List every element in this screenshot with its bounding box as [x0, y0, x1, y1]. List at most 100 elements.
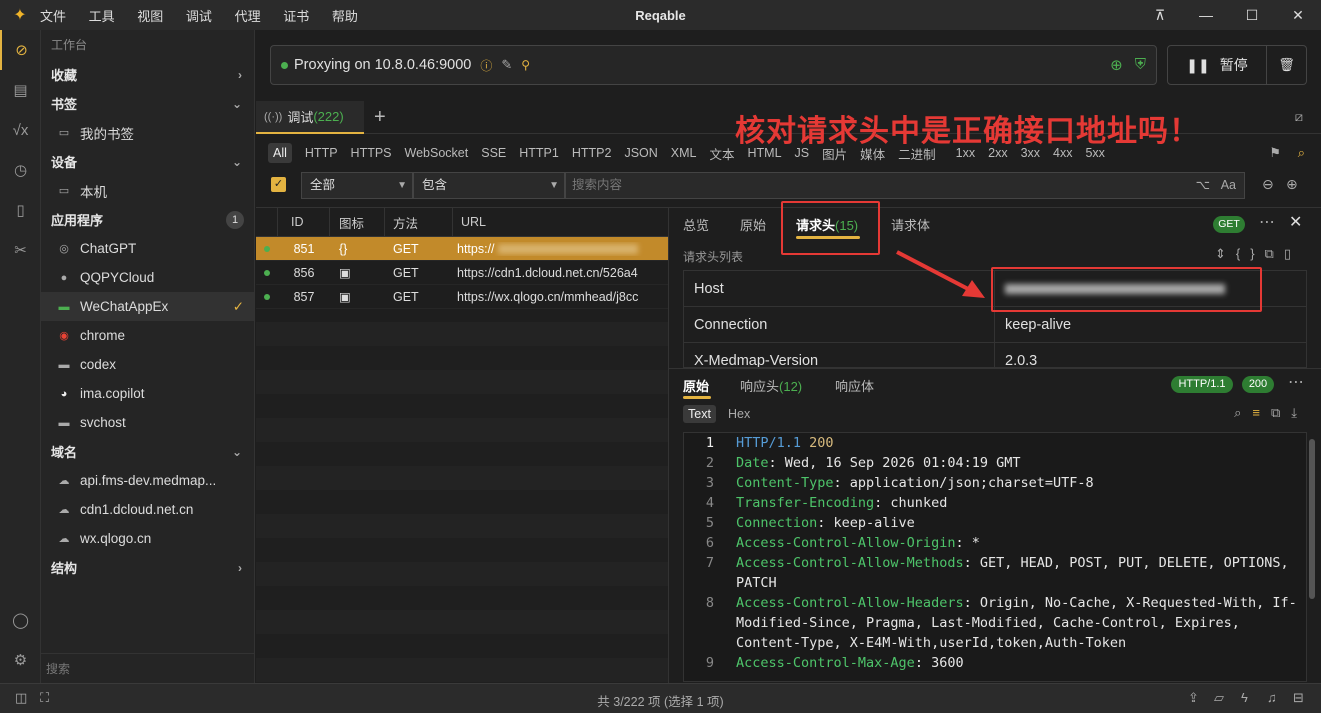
maximize-button[interactable]: ☐: [1229, 0, 1275, 30]
filter-binary[interactable]: 二进制: [898, 144, 936, 163]
format-text[interactable]: Text: [683, 405, 716, 423]
info-icon[interactable]: ⓘ: [480, 57, 492, 74]
bookmark-filter-icon[interactable]: ⚑: [1269, 145, 1281, 161]
filter-html[interactable]: HTML: [748, 146, 782, 160]
settings-gear-icon[interactable]: ⚙: [0, 640, 41, 680]
header-row[interactable]: X-Medmap-Version 2.0.3: [684, 343, 1306, 367]
menu-tools[interactable]: 工具: [89, 9, 115, 24]
menu-file[interactable]: 文件: [40, 9, 66, 24]
filter-1xx[interactable]: 1xx: [956, 146, 975, 160]
filter-http[interactable]: HTTP: [305, 146, 338, 160]
comment-icon[interactable]: ▱: [1214, 690, 1224, 706]
tools-rail-icon[interactable]: ✂: [0, 230, 41, 270]
tab-overview[interactable]: 总览: [683, 215, 709, 234]
sidebar-search-input[interactable]: 搜索: [41, 653, 254, 683]
menu-proxy[interactable]: 代理: [235, 9, 261, 24]
shield-icon[interactable]: ⛨: [1135, 56, 1146, 74]
regex-icon[interactable]: ⌥: [1196, 173, 1210, 198]
collection-rail-icon[interactable]: ▤: [0, 70, 41, 110]
sidebar-item-qqpycloud[interactable]: ● QQPYCloud: [41, 263, 254, 292]
tab-debug[interactable]: ((·)) 调试 (222): [256, 101, 364, 134]
sidebar-item-domain-qlogo[interactable]: ☁ wx.qlogo.cn: [41, 524, 254, 553]
filter-4xx[interactable]: 4xx: [1053, 146, 1072, 160]
sidebar-item-my-bookmarks[interactable]: ▭ 我的书签: [41, 118, 254, 147]
history-rail-icon[interactable]: ◷: [0, 150, 41, 190]
table-row[interactable]: 857 ▣ GET https://wx.qlogo.cn/mmhead/j8c…: [256, 285, 668, 309]
filter-https[interactable]: HTTPS: [351, 146, 392, 160]
filter-http2[interactable]: HTTP2: [572, 146, 612, 160]
copy-icon[interactable]: ⧉: [1265, 246, 1284, 261]
sidebar-item-ima-copilot[interactable]: ◕ ima.copilot: [41, 379, 254, 408]
pause-button[interactable]: ❚❚ 暂停: [1167, 45, 1267, 85]
header-row[interactable]: Connection keep-alive: [684, 307, 1306, 343]
panel-layout-icon[interactable]: ⊟: [1293, 690, 1304, 706]
minimize-button[interactable]: —: [1183, 0, 1229, 30]
col-id[interactable]: ID: [278, 208, 330, 236]
script-rail-icon[interactable]: √x: [0, 110, 41, 150]
filter-http1[interactable]: HTTP1: [519, 146, 559, 160]
filter-text[interactable]: 文本: [709, 144, 734, 163]
domains-section[interactable]: 域名 ⌄: [41, 437, 254, 466]
menu-cert[interactable]: 证书: [283, 9, 309, 24]
bell-icon[interactable]: ♫: [1267, 690, 1277, 705]
menu-debug[interactable]: 调试: [186, 9, 212, 24]
close-icon[interactable]: ✕: [1289, 212, 1302, 232]
scope-select[interactable]: 全部 ▼: [301, 172, 413, 199]
clear-trash-button[interactable]: 🗑: [1267, 45, 1307, 85]
braces-icon[interactable]: {}: [1236, 246, 1265, 261]
col-url[interactable]: URL: [453, 208, 668, 236]
sort-icon[interactable]: ⇕: [1215, 246, 1236, 261]
filter-js[interactable]: JS: [795, 146, 810, 160]
file-icon[interactable]: ▯: [1284, 246, 1301, 261]
col-icon[interactable]: 图标: [330, 208, 385, 236]
more-options-icon[interactable]: ⋯: [1259, 212, 1275, 232]
sidebar-item-chatgpt[interactable]: ◎ ChatGPT: [41, 234, 254, 263]
tab-response-body[interactable]: 响应体: [835, 376, 874, 395]
breakpoint-rail-icon[interactable]: ▯: [0, 190, 41, 230]
filter-3xx[interactable]: 3xx: [1021, 146, 1040, 160]
sidebar-item-local[interactable]: ▭ 本机: [41, 176, 254, 205]
filter-2xx[interactable]: 2xx: [988, 146, 1007, 160]
filter-sse[interactable]: SSE: [481, 146, 506, 160]
raw-response-viewer[interactable]: 1 HTTP/1.1 200 2 Date: Wed, 16 Sep 2026 01:…: [683, 432, 1307, 682]
sidebar-item-chrome[interactable]: ◉ chrome: [41, 321, 254, 350]
filter-media[interactable]: 媒体: [860, 144, 885, 163]
tab-response-headers[interactable]: 响应头(12): [740, 376, 802, 395]
col-method[interactable]: 方法: [385, 208, 453, 236]
remove-filter-icon[interactable]: ⊖: [1262, 176, 1274, 193]
case-sensitive-toggle[interactable]: Aa: [1221, 173, 1236, 198]
sidebar-item-wechatappex[interactable]: ▬ WeChatAppEx ✓: [41, 292, 254, 321]
account-rail-icon[interactable]: ◯: [0, 600, 41, 640]
layout-toggle-icon[interactable]: ⧄: [1295, 109, 1303, 125]
debug-rail-icon[interactable]: ⊘: [0, 30, 41, 70]
edit-pencil-icon[interactable]: ✎: [501, 57, 512, 73]
table-row[interactable]: 851 {} GET https://: [256, 237, 668, 261]
add-tab-button[interactable]: +: [374, 106, 386, 129]
filter-image[interactable]: 图片: [822, 144, 847, 163]
favorites-section[interactable]: 收藏 ›: [41, 60, 254, 89]
filter-checkbox[interactable]: ✓: [271, 177, 286, 192]
filter-websocket[interactable]: WebSocket: [405, 146, 469, 160]
copy-icon[interactable]: ⧉: [1271, 405, 1291, 420]
menu-view[interactable]: 视图: [137, 9, 163, 24]
filter-5xx[interactable]: 5xx: [1085, 146, 1104, 160]
sidebar-item-domain-api[interactable]: ☁ api.fms-dev.medmap...: [41, 466, 254, 495]
sidebar-item-domain-cdn1[interactable]: ☁ cdn1.dcloud.net.cn: [41, 495, 254, 524]
table-row[interactable]: 856 ▣ GET https://cdn1.dcloud.net.cn/526…: [256, 261, 668, 285]
export-icon[interactable]: ⇪: [1188, 690, 1199, 706]
filter-all[interactable]: All: [268, 143, 292, 163]
filter-json[interactable]: JSON: [624, 146, 657, 160]
tab-response-raw[interactable]: 原始: [683, 376, 709, 395]
filter-xml[interactable]: XML: [671, 146, 697, 160]
add-filter-icon[interactable]: ⊕: [1286, 176, 1298, 193]
menu-help[interactable]: 帮助: [332, 9, 358, 24]
format-hex[interactable]: Hex: [723, 405, 755, 423]
sidebar-item-svchost[interactable]: ▬ svchost: [41, 408, 254, 437]
globe-icon[interactable]: ⊕: [1110, 56, 1123, 74]
search-content-input[interactable]: 搜索内容 ⌥ Aa: [565, 172, 1245, 199]
more-options-icon[interactable]: ⋯: [1288, 372, 1304, 392]
sidebar-item-codex[interactable]: ▬ codex: [41, 350, 254, 379]
download-icon[interactable]: ⤓: [1291, 405, 1308, 420]
pin-window-icon[interactable]: ⊼: [1137, 0, 1183, 30]
close-window-button[interactable]: ✕: [1275, 0, 1321, 30]
